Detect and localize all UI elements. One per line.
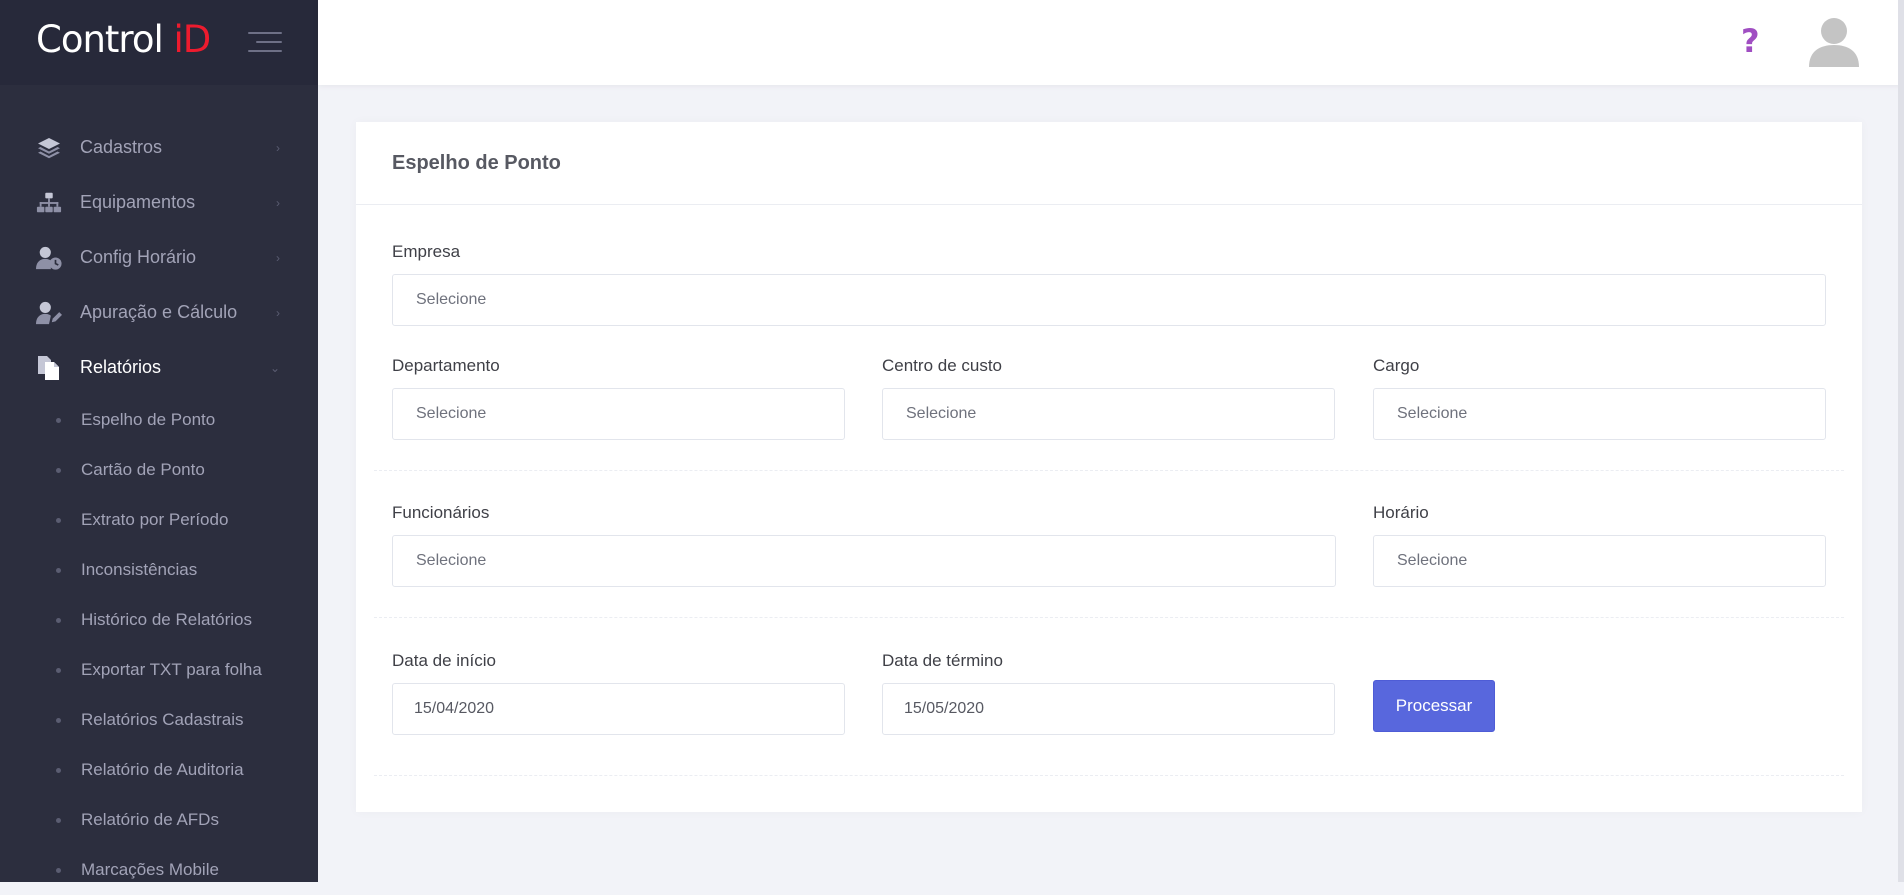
logo-accent-text: iD [173, 18, 212, 61]
chevron-down-icon: ⌄ [269, 360, 280, 375]
sidebar-item-label: Apuração e Cálculo [80, 302, 238, 322]
bullet-icon [56, 518, 61, 523]
data-inicio-input[interactable]: 15/04/2020 [392, 683, 845, 735]
bullet-icon [56, 618, 61, 623]
bullet-icon [56, 568, 61, 573]
cargo-field: Cargo Selecione [1373, 356, 1826, 440]
centro-de-custo-select[interactable]: Selecione [882, 388, 1335, 440]
submenu-item-label: Extrato por Período [81, 510, 229, 529]
submenu-item-extrato[interactable]: Extrato por Período [0, 495, 318, 545]
bullet-icon [56, 668, 61, 673]
funcionarios-select[interactable]: Selecione [392, 535, 1336, 587]
horario-field: Horário Selecione [1373, 503, 1826, 587]
user-clock-icon [36, 245, 62, 271]
departamento-label: Departamento [392, 356, 500, 375]
funcionarios-label: Funcionários [392, 503, 490, 522]
submenu-item-marcacoes-mobile[interactable]: Marcações Mobile [0, 845, 318, 895]
divider [374, 617, 1844, 618]
sidebar-item-label: Relatórios [80, 357, 162, 377]
horario-select[interactable]: Selecione [1373, 535, 1826, 587]
submenu-item-cartao-de-ponto[interactable]: Cartão de Ponto [0, 445, 318, 495]
empresa-label: Empresa [392, 242, 461, 261]
submenu-item-label: Relatório de Auditoria [81, 760, 244, 779]
empresa-field: Empresa Selecione [392, 242, 1826, 326]
data-inicio-field: Data de início 15/04/2020 [392, 651, 845, 735]
processar-button[interactable]: Processar [1373, 680, 1495, 732]
divider [374, 470, 1844, 471]
cargo-label: Cargo [1373, 356, 1420, 375]
logo[interactable]: Control iD [36, 18, 212, 61]
sidebar-item-apuracao[interactable]: Apuração e Cálculo › [0, 285, 318, 340]
chevron-right-icon: › [276, 195, 280, 210]
data-inicio-label: Data de início [392, 651, 496, 670]
sidebar-item-relatorios[interactable]: Relatórios ⌄ [0, 340, 318, 395]
sidebar-item-cadastros[interactable]: Cadastros › [0, 120, 318, 175]
bullet-icon [56, 418, 61, 423]
submenu-item-label: Inconsistências [81, 560, 198, 579]
layers-icon [36, 135, 62, 161]
sidebar-submenu-relatorios: Espelho de Ponto Cartão de Ponto Extrato… [0, 395, 318, 895]
centro-de-custo-field: Centro de custo Selecione [882, 356, 1335, 440]
centro-de-custo-label: Centro de custo [882, 356, 1003, 375]
sidebar-menu: Cadastros › Equipamentos › Config Horári… [0, 120, 318, 395]
bullet-icon [56, 768, 61, 773]
submenu-item-espelho-de-ponto[interactable]: Espelho de Ponto [0, 395, 318, 445]
sitemap-icon [36, 190, 62, 216]
funcionarios-field: Funcionários Selecione [392, 503, 1336, 587]
chevron-right-icon: › [276, 305, 280, 320]
report-form-card: Espelho de Ponto Empresa Selecione Depar… [356, 122, 1862, 812]
top-header: ? [318, 0, 1904, 85]
sidebar-item-config-horario[interactable]: Config Horário › [0, 230, 318, 285]
sidebar-item-label: Equipamentos [80, 192, 196, 212]
help-icon[interactable]: ? [1741, 22, 1760, 60]
sidebar-item-label: Config Horário [80, 247, 197, 267]
bullet-icon [56, 468, 61, 473]
submenu-item-relatorios-cadastrais[interactable]: Relatórios Cadastrais [0, 695, 318, 745]
empresa-select[interactable]: Selecione [392, 274, 1826, 326]
data-termino-label: Data de término [882, 651, 1003, 670]
sidebar-item-label: Cadastros [80, 137, 163, 157]
submenu-item-historico[interactable]: Histórico de Relatórios [0, 595, 318, 645]
scrollbar[interactable] [1898, 0, 1904, 882]
user-avatar-icon [1809, 18, 1859, 67]
bullet-icon [56, 868, 61, 873]
chevron-right-icon: › [276, 250, 280, 265]
submenu-item-label: Cartão de Ponto [81, 460, 205, 479]
logo-text: Control [36, 18, 174, 61]
avatar[interactable] [1806, 13, 1862, 69]
submenu-item-label: Exportar TXT para folha [81, 660, 262, 679]
copy-icon [36, 355, 62, 381]
bullet-icon [56, 718, 61, 723]
submenu-item-label: Relatório de AFDs [81, 810, 219, 829]
sidebar: Control iD Cadastros › Equipamentos › Co… [0, 0, 318, 882]
submenu-item-exportar-txt[interactable]: Exportar TXT para folha [0, 645, 318, 695]
sidebar-item-equipamentos[interactable]: Equipamentos › [0, 175, 318, 230]
bullet-icon [56, 818, 61, 823]
divider [374, 775, 1844, 776]
submenu-item-label: Relatórios Cadastrais [81, 710, 244, 729]
submenu-item-auditoria[interactable]: Relatório de Auditoria [0, 745, 318, 795]
page-title: Espelho de Ponto [356, 122, 1862, 205]
submenu-item-label: Espelho de Ponto [81, 410, 216, 429]
submenu-item-afds[interactable]: Relatório de AFDs [0, 795, 318, 845]
submenu-item-label: Histórico de Relatórios [81, 610, 253, 629]
data-termino-field: Data de término 15/05/2020 [882, 651, 1335, 735]
hamburger-menu-icon[interactable] [248, 30, 282, 54]
departamento-select[interactable]: Selecione [392, 388, 845, 440]
data-termino-input[interactable]: 15/05/2020 [882, 683, 1335, 735]
chevron-right-icon: › [276, 140, 280, 155]
cargo-select[interactable]: Selecione [1373, 388, 1826, 440]
horario-label: Horário [1373, 503, 1429, 522]
submenu-item-inconsistencias[interactable]: Inconsistências [0, 545, 318, 595]
submenu-item-label: Marcações Mobile [81, 860, 219, 879]
user-edit-icon [36, 300, 62, 326]
brand-bar: Control iD [0, 0, 318, 85]
departamento-field: Departamento Selecione [392, 356, 845, 440]
